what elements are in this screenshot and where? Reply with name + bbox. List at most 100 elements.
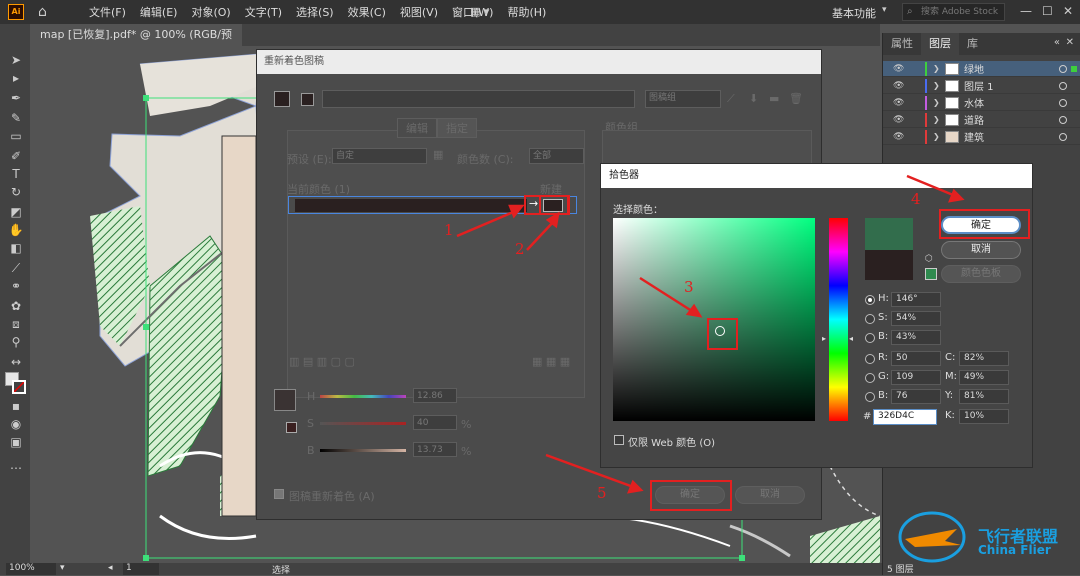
menu-type[interactable]: 文字(T) [238, 4, 289, 20]
trash-icon[interactable]: 🗑 [789, 92, 803, 105]
g-radio[interactable] [865, 373, 875, 383]
h-field[interactable]: 146° [891, 292, 941, 307]
web-only-checkbox[interactable] [614, 435, 624, 445]
hand-tool-icon[interactable]: ↔ [8, 354, 24, 370]
save-icon[interactable]: ⬇ [749, 92, 758, 105]
layer-row-layer1[interactable]: 👁 ❯ 图层 1 [883, 78, 1080, 94]
b-radio[interactable] [865, 333, 875, 343]
more-tools-icon[interactable]: ⋯ [8, 460, 24, 476]
web-safe-swatch[interactable] [925, 268, 937, 280]
symbol-sprayer-icon[interactable]: ✿ [8, 298, 24, 314]
eye-icon[interactable]: 👁 [893, 132, 905, 142]
close-panel-icon[interactable]: ✕ [1066, 37, 1074, 48]
menu-object[interactable]: 对象(O) [184, 4, 237, 20]
gradient-tool-icon[interactable]: ◧ [8, 240, 24, 256]
target-icon[interactable] [1059, 64, 1067, 73]
color-mode-icon[interactable]: ▪ [8, 398, 24, 414]
s-slider[interactable] [320, 422, 406, 425]
zoom-tool-icon[interactable]: ⚲ [8, 334, 24, 350]
c-field[interactable]: 82% [959, 351, 1009, 366]
original-color-preview[interactable] [865, 250, 913, 280]
s-value-field[interactable]: 40 [413, 415, 457, 430]
minimize-icon[interactable]: — [1020, 4, 1032, 18]
chevron-down-icon[interactable]: ▾ [882, 5, 887, 15]
tab-layers[interactable]: 图层 [921, 33, 959, 55]
h-slider[interactable] [320, 395, 406, 398]
menu-select[interactable]: 选择(S) [289, 4, 341, 20]
prev-artboard-icon[interactable]: ◂ [108, 563, 113, 573]
rotate-tool-icon[interactable]: ↻ [8, 184, 24, 200]
b-value-field[interactable]: 13.73 [413, 442, 457, 457]
arrange-icon[interactable]: ▦ ▾ [470, 5, 489, 18]
stroke-swatch[interactable] [12, 380, 26, 394]
r-field[interactable]: 50 [891, 351, 941, 366]
eye-icon[interactable]: 👁 [893, 115, 905, 125]
target-icon[interactable] [1059, 81, 1067, 90]
b-slider[interactable] [320, 449, 406, 452]
hex-field[interactable]: 326D4C [873, 409, 937, 425]
collapse-icon[interactable]: « [1054, 37, 1060, 48]
color-group-swatch[interactable] [301, 93, 314, 106]
type-tool-icon[interactable]: T [8, 166, 24, 182]
layer-name[interactable]: 建筑 [964, 129, 984, 144]
eye-icon[interactable]: 👁 [893, 64, 905, 74]
paintbrush-tool-icon[interactable]: ✐ [8, 148, 24, 164]
calendar-icon[interactable]: ▦ [433, 148, 443, 161]
g-field[interactable]: 109 [891, 370, 941, 385]
picker-cancel-button[interactable]: 取消 [941, 241, 1021, 259]
screen-mode-icon[interactable]: ▣ [8, 434, 24, 450]
eye-icon[interactable]: 👁 [893, 98, 905, 108]
expand-arrow-icon[interactable]: ❯ [933, 132, 941, 141]
maximize-icon[interactable]: ☐ [1042, 4, 1053, 18]
document-tab[interactable]: map [已恢复].pdf* @ 100% (RGB/预览) ✕ [30, 24, 242, 63]
y-field[interactable]: 81% [959, 389, 1009, 404]
r-radio[interactable] [865, 354, 875, 364]
artboard-field[interactable]: 1 [123, 563, 159, 575]
blue-radio[interactable] [865, 392, 875, 402]
target-icon[interactable] [1059, 115, 1067, 124]
tab-libraries[interactable]: 库 [959, 33, 986, 55]
menu-help[interactable]: 帮助(H) [500, 4, 553, 20]
layer-name[interactable]: 绿地 [964, 61, 984, 76]
hue-pointer-right-icon[interactable]: ◂ [849, 334, 853, 343]
tab-assign[interactable]: 指定 [437, 118, 477, 138]
layer-name[interactable]: 图层 1 [964, 78, 994, 93]
active-color-swatch[interactable] [274, 91, 290, 107]
h-radio[interactable] [865, 295, 875, 305]
eyedropper-icon[interactable]: ⟋ [727, 92, 735, 106]
swatches-button[interactable]: 颜色色板 [941, 265, 1021, 283]
selection-tool-icon[interactable]: ➤ [8, 52, 24, 68]
close-icon[interactable]: ✕ [1063, 4, 1073, 18]
curvature-tool-icon[interactable]: ✎ [8, 110, 24, 126]
expand-arrow-icon[interactable]: ❯ [933, 81, 941, 90]
tab-edit[interactable]: 编辑 [397, 118, 437, 138]
layer-row-greenspace[interactable]: 👁 ❯ 绿地 [883, 61, 1080, 77]
preset-select[interactable]: 自定 [332, 148, 427, 164]
gamut-cube-icon[interactable]: ⬡ [925, 254, 933, 264]
k-field[interactable]: 10% [959, 409, 1009, 424]
target-icon[interactable] [1059, 132, 1067, 141]
row-tools-icon[interactable]: ▥ ▤ ▥ ▢ ▢ [289, 355, 355, 368]
expand-arrow-icon[interactable]: ❯ [933, 64, 941, 73]
menu-file[interactable]: 文件(F) [82, 4, 133, 20]
pen-tool-icon[interactable]: ✒ [8, 90, 24, 106]
eraser-tool-icon[interactable]: ◩ [8, 204, 24, 220]
zoom-field[interactable]: 100% [6, 563, 56, 575]
direct-selection-tool-icon[interactable]: ▸ [8, 70, 24, 86]
s-field[interactable]: 54% [891, 311, 941, 326]
m-field[interactable]: 49% [959, 370, 1009, 385]
warp-tool-icon[interactable]: ✋ [8, 222, 24, 238]
b-field[interactable]: 43% [891, 330, 941, 345]
home-icon[interactable]: ⌂ [38, 4, 54, 20]
eyedropper-tool-icon[interactable]: ⟋ [8, 260, 24, 276]
recolor-checkbox[interactable] [274, 489, 284, 499]
layer-name[interactable]: 道路 [964, 112, 984, 127]
rectangle-tool-icon[interactable]: ▭ [8, 128, 24, 144]
menu-view[interactable]: 视图(V) [393, 4, 445, 20]
menu-edit[interactable]: 编辑(E) [133, 4, 185, 20]
hue-slider[interactable] [829, 218, 848, 421]
menu-effect[interactable]: 效果(C) [341, 4, 393, 20]
layer-row-water[interactable]: 👁 ❯ 水体 [883, 95, 1080, 111]
expand-arrow-icon[interactable]: ❯ [933, 115, 941, 124]
layer-name[interactable]: 水体 [964, 95, 984, 110]
